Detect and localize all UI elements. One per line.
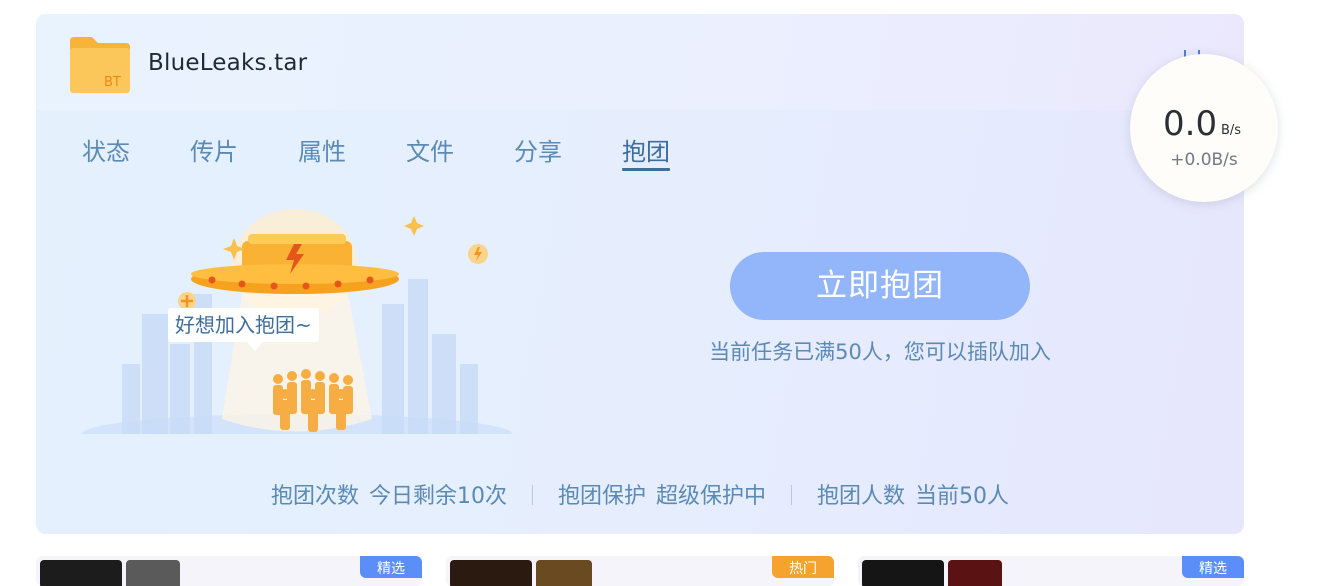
folder-badge: BT	[104, 75, 121, 90]
join-hint-text: 当前任务已满50人，您可以插队加入	[709, 340, 1051, 364]
tab-group[interactable]: 抱团	[622, 132, 670, 171]
card-badge: 精选	[1182, 556, 1244, 578]
card-thumbnail	[40, 560, 122, 586]
stat-group-count: 抱团次数 今日剩余10次	[270, 484, 507, 509]
join-group-button[interactable]: 立即抱团	[730, 252, 1030, 320]
tab-files[interactable]: 文件	[406, 132, 454, 167]
card-thumbnail	[536, 560, 592, 586]
stat-divider	[791, 485, 793, 505]
recommend-card[interactable]: 精选	[36, 556, 422, 586]
task-file-name: BlueLeaks.tar	[148, 50, 308, 76]
tab-transfer[interactable]: 传片	[190, 132, 238, 167]
recommend-cards: 精选 热门 精选	[0, 556, 1336, 586]
speed-unit: B/s	[1221, 123, 1242, 138]
tab-share[interactable]: 分享	[514, 132, 562, 167]
stat-divider	[531, 485, 533, 505]
card-thumbnail	[862, 560, 944, 586]
card-badge: 精选	[360, 556, 422, 578]
tab-status[interactable]: 状态	[82, 132, 130, 167]
speed-indicator: 0.0 B/s +0.0B/s	[1130, 54, 1278, 202]
group-stats: 抱团次数 今日剩余10次 抱团保护 超级保护中 抱团人数 当前50人	[36, 478, 1244, 510]
card-thumbnail	[450, 560, 532, 586]
speech-bubble: 好想加入抱团~	[168, 308, 319, 351]
scrollbar[interactable]	[1322, 0, 1336, 574]
recommend-card[interactable]: 精选	[858, 556, 1244, 586]
task-detail-panel: BT BlueLeaks.tar 状态 传片 属性 文件 分享 抱团 好想加入抱…	[36, 14, 1244, 534]
card-thumbnail	[126, 560, 180, 586]
task-header: BT BlueLeaks.tar	[36, 14, 1244, 110]
recommend-card[interactable]: 热门	[446, 556, 834, 586]
tab-properties[interactable]: 属性	[298, 132, 346, 167]
speed-delta: +0.0B/s	[1170, 150, 1238, 170]
stat-group-members: 抱团人数 当前50人	[817, 484, 1010, 509]
card-badge: 热门	[772, 556, 834, 578]
card-thumbnail	[948, 560, 1002, 586]
speed-value: 0.0	[1163, 104, 1218, 144]
stat-group-protection: 抱团保护 超级保护中	[557, 484, 767, 509]
active-tab-underline	[622, 168, 670, 171]
bt-folder-icon: BT	[70, 37, 130, 93]
